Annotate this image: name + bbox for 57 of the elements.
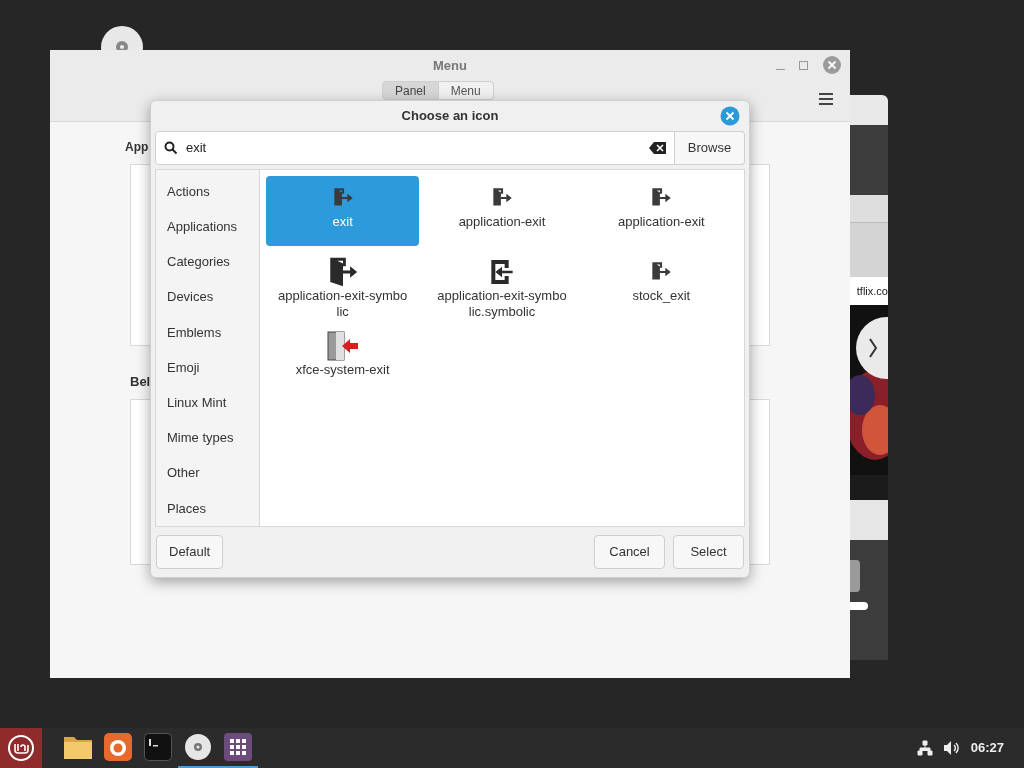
- leaf-logo-icon: [7, 734, 35, 762]
- browser-icon[interactable]: [104, 733, 132, 761]
- category-item[interactable]: Mime types: [156, 420, 259, 456]
- volume-icon[interactable]: [942, 740, 961, 756]
- exit-arrow-icon: [325, 331, 360, 361]
- icon-item[interactable]: application-exit-symbolic.symbolic: [425, 250, 579, 320]
- category-item[interactable]: Applications: [156, 209, 259, 245]
- icon-item[interactable]: application-exit-symbolic: [266, 250, 420, 320]
- icon-item[interactable]: stock_exit: [584, 250, 738, 320]
- section-heading: App: [125, 139, 149, 156]
- icon-item[interactable]: application-exit: [584, 176, 738, 246]
- search-field[interactable]: exit: [155, 131, 675, 165]
- clear-icon[interactable]: [649, 142, 666, 154]
- start-button[interactable]: [0, 728, 42, 768]
- icon-label: application-exit: [616, 214, 706, 230]
- category-item[interactable]: Places: [156, 490, 259, 527]
- icon-label: application-exit: [457, 214, 547, 230]
- default-button[interactable]: Default: [156, 535, 224, 569]
- close-icon[interactable]: [822, 55, 842, 75]
- category-item[interactable]: Linux Mint: [156, 385, 259, 421]
- folder-icon[interactable]: [63, 734, 93, 760]
- menu-icon[interactable]: [818, 92, 834, 106]
- category-item[interactable]: Devices: [156, 279, 259, 315]
- browse-button[interactable]: Browse: [675, 131, 745, 165]
- tab[interactable]: Menu: [438, 81, 494, 100]
- icon-item[interactable]: xfce-system-exit: [266, 324, 420, 394]
- category-item[interactable]: Emoji: [156, 350, 259, 386]
- window-title: Menu: [433, 57, 467, 75]
- icon-label: exit: [331, 214, 354, 230]
- select-button[interactable]: Select: [673, 535, 744, 569]
- search-icon: [164, 141, 178, 155]
- icon-label: application-exit-symbolic: [277, 288, 409, 320]
- section-heading: Bel: [130, 373, 151, 391]
- toolbar: [850, 222, 888, 277]
- page-panel: [850, 500, 888, 540]
- network-icon[interactable]: [916, 740, 933, 756]
- icon-item[interactable]: application-exit: [425, 176, 579, 246]
- close-icon[interactable]: [720, 106, 740, 126]
- category-item[interactable]: Categories: [156, 244, 259, 280]
- tab[interactable]: Panel: [382, 81, 439, 100]
- dialog-title: Choose an icon: [401, 107, 499, 126]
- category-item[interactable]: Other: [156, 455, 259, 491]
- search-text: exit: [186, 139, 207, 158]
- category-item[interactable]: Emblems: [156, 314, 259, 350]
- chevron-right-icon: [868, 337, 878, 359]
- category-item[interactable]: Actions: [156, 174, 259, 210]
- disc-icon[interactable]: [184, 733, 212, 761]
- address-bar[interactable]: tflix.co: [850, 277, 888, 305]
- app-grid-icon[interactable]: [224, 733, 252, 761]
- tab-strip: [850, 195, 888, 222]
- icon-label: application-exit-symbolic.symbolic: [436, 288, 568, 320]
- terminal-icon[interactable]: [144, 733, 172, 761]
- address-text: tflix.co: [856, 283, 888, 299]
- clock: 06:27: [970, 739, 1004, 758]
- cancel-button[interactable]: Cancel: [594, 535, 665, 569]
- icon-label: stock_exit: [631, 288, 692, 304]
- icon-label: xfce-system-exit: [294, 362, 391, 378]
